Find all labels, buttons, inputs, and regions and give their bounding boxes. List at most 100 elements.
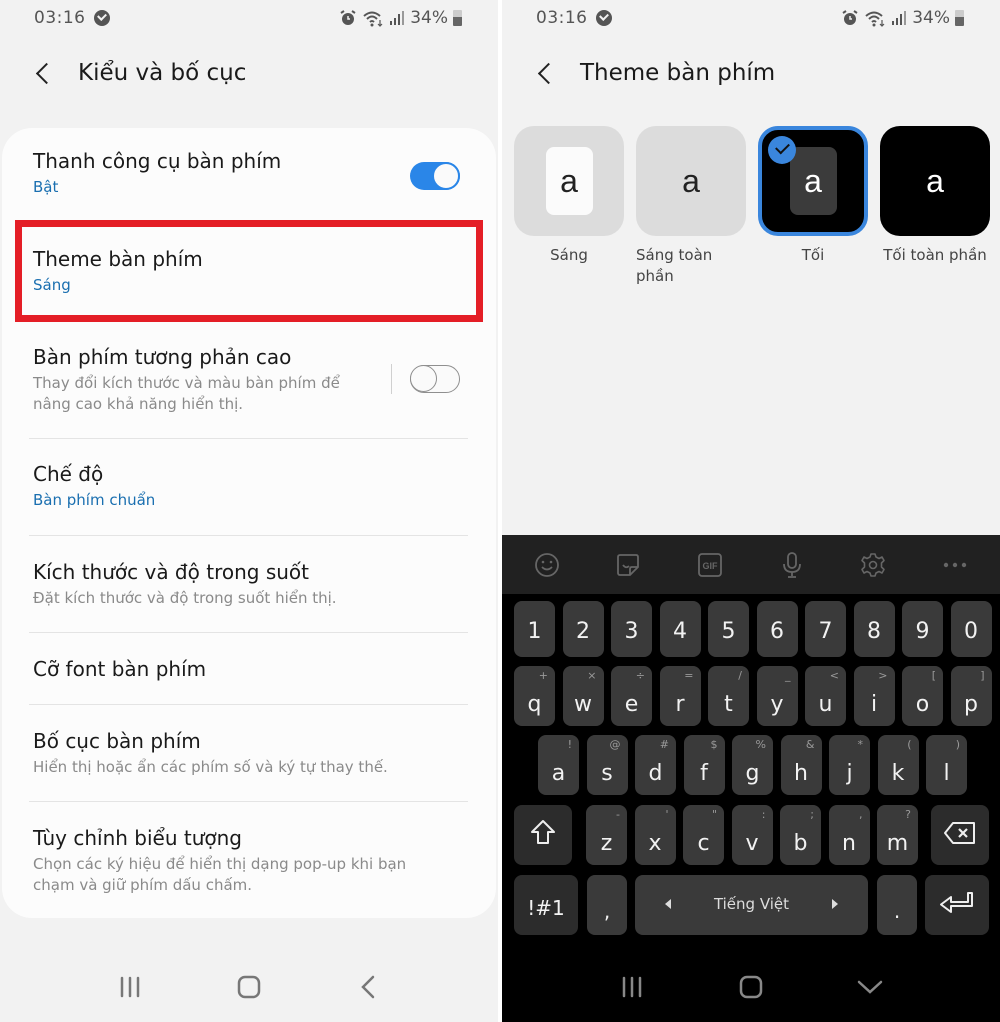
- key[interactable]: m?: [877, 805, 918, 865]
- theme-option-light[interactable]: a Sáng: [514, 126, 624, 287]
- key[interactable]: 9: [902, 601, 943, 657]
- key[interactable]: l): [926, 735, 967, 795]
- key[interactable]: p]: [950, 666, 992, 726]
- key[interactable]: a!: [538, 735, 579, 795]
- setting-high-contrast-keyboard[interactable]: Bàn phím tương phản cao Thay đổi kích th…: [33, 344, 346, 415]
- key[interactable]: h &: [780, 735, 822, 795]
- key[interactable]: c ": [683, 805, 724, 865]
- key[interactable]: 7: [805, 601, 846, 657]
- back-button[interactable]: [30, 59, 58, 87]
- voice-input-button[interactable]: [772, 545, 812, 585]
- key-hint: @: [609, 738, 621, 751]
- key-label: c: [697, 831, 710, 856]
- key[interactable]: f $: [683, 735, 725, 795]
- key[interactable]: 6: [756, 601, 798, 657]
- key[interactable]: d #: [635, 735, 676, 795]
- key[interactable]: y _: [756, 666, 798, 726]
- key[interactable]: e ÷: [611, 666, 652, 726]
- divider: [29, 632, 468, 633]
- key-hint: ]: [980, 669, 985, 682]
- key[interactable]: g%: [732, 735, 773, 795]
- alarm-icon: [340, 10, 356, 25]
- key[interactable]: w ×: [562, 666, 604, 726]
- recent-apps-button[interactable]: [612, 967, 652, 1007]
- key[interactable]: s @: [586, 735, 628, 795]
- key[interactable]: u <: [805, 666, 846, 726]
- key-label: j: [846, 761, 853, 786]
- key[interactable]: z-: [586, 805, 627, 865]
- key[interactable]: 5: [708, 601, 749, 657]
- setting-description: Đặt kích thước và độ trong suốt hiển thị…: [33, 589, 337, 607]
- symbols-key[interactable]: !#1: [514, 875, 578, 935]
- key-hint: =: [684, 669, 694, 682]
- keyboard-toolbar-toggle[interactable]: [410, 162, 460, 190]
- key[interactable]: v:: [731, 805, 773, 865]
- back-icon: [361, 975, 375, 999]
- key[interactable]: x ': [634, 805, 676, 865]
- setting-font-size[interactable]: Cỡ font bàn phím: [33, 656, 468, 682]
- theme-option-dark[interactable]: a Tối: [758, 126, 868, 287]
- key[interactable]: r =: [659, 666, 701, 726]
- space-key[interactable]: Tiếng Việt: [635, 875, 868, 935]
- divider: [29, 801, 468, 802]
- key[interactable]: 4: [659, 601, 701, 657]
- key-label: a: [551, 761, 566, 786]
- back-nav-button[interactable]: [348, 967, 388, 1007]
- theme-label: Sáng toàn phần: [636, 246, 713, 285]
- key[interactable]: b;: [780, 805, 821, 865]
- setting-keyboard-layout[interactable]: Bố cục bàn phím Hiển thị hoặc ẩn các phí…: [33, 728, 468, 778]
- more-options-button[interactable]: [935, 545, 975, 585]
- setting-mode[interactable]: Chế độ Bàn phím chuẩn: [33, 461, 468, 511]
- key[interactable]: 2: [562, 601, 604, 657]
- key[interactable]: i >: [853, 666, 895, 726]
- setting-keyboard-theme[interactable]: Theme bàn phím Sáng: [33, 246, 468, 296]
- key[interactable]: 3: [611, 601, 652, 657]
- enter-key[interactable]: [925, 875, 989, 935]
- home-icon: [739, 975, 763, 999]
- wifi-icon: [363, 11, 383, 27]
- sticker-button[interactable]: [608, 545, 648, 585]
- shift-key[interactable]: [514, 805, 572, 865]
- keyboard-settings-button[interactable]: [853, 545, 893, 585]
- comma-key[interactable]: ,: [587, 875, 627, 935]
- key[interactable]: n,: [828, 805, 870, 865]
- key[interactable]: o[: [902, 666, 943, 726]
- home-button[interactable]: [229, 967, 269, 1007]
- key-label: .: [893, 899, 901, 923]
- theme-option-light-full[interactable]: a Sáng toàn phần: [636, 126, 746, 287]
- theme-option-dark-full[interactable]: a Tối toàn phần: [880, 126, 990, 287]
- status-bar: 03:16 34%: [536, 6, 964, 30]
- key-label: 9: [915, 619, 930, 644]
- theme-label: Tối: [801, 246, 825, 264]
- key[interactable]: 1: [514, 601, 555, 657]
- setting-keyboard-toolbar[interactable]: Thanh công cụ bàn phím Bật: [33, 148, 468, 198]
- wifi-icon: [865, 11, 885, 27]
- home-button[interactable]: [731, 967, 771, 1007]
- high-contrast-toggle[interactable]: [410, 365, 460, 393]
- key[interactable]: t /: [708, 666, 749, 726]
- recent-apps-button[interactable]: [110, 967, 150, 1007]
- key-label: y: [770, 692, 784, 717]
- key-hint: [: [931, 669, 936, 682]
- key-hint: ×: [587, 669, 597, 682]
- hide-keyboard-button[interactable]: [850, 967, 890, 1007]
- key-label: 3: [624, 619, 639, 644]
- period-key[interactable]: .: [877, 875, 917, 935]
- key[interactable]: j *: [829, 735, 870, 795]
- battery-percent: 34%: [410, 8, 448, 28]
- letter-row-1: q + w × e ÷ r = t / y _ u < i > o[p]: [502, 666, 1000, 728]
- key[interactable]: q +: [514, 666, 555, 726]
- key-hint: #: [659, 738, 669, 751]
- divider: [29, 438, 468, 439]
- key-label: x: [648, 831, 662, 856]
- key[interactable]: k(: [877, 735, 919, 795]
- gif-button[interactable]: GIF: [690, 545, 730, 585]
- backspace-key[interactable]: [931, 805, 989, 865]
- emoji-button[interactable]: [527, 545, 567, 585]
- key[interactable]: 0: [950, 601, 992, 657]
- key[interactable]: 8: [853, 601, 895, 657]
- battery-icon: [955, 10, 964, 26]
- setting-custom-symbols[interactable]: Tùy chỉnh biểu tượng Chọn các ký hiệu để…: [33, 825, 426, 896]
- setting-size-transparency[interactable]: Kích thước và độ trong suốt Đặt kích thư…: [33, 559, 468, 609]
- back-button[interactable]: [532, 59, 560, 87]
